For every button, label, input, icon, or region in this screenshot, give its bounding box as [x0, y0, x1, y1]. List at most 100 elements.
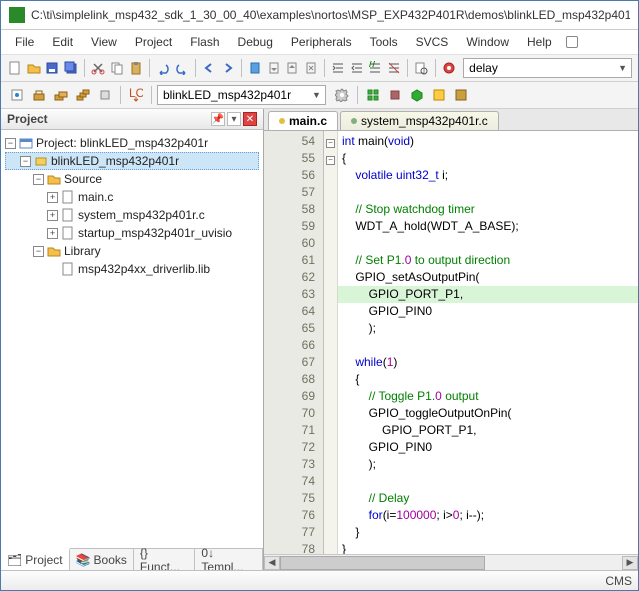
tree-file[interactable]: + main.c [5, 188, 259, 206]
open-icon[interactable] [26, 58, 43, 78]
menu-file[interactable]: File [7, 32, 42, 52]
save-all-icon[interactable] [63, 58, 80, 78]
menu-flash[interactable]: Flash [182, 32, 227, 52]
target-name-input[interactable] [160, 88, 310, 102]
file-status-icon [279, 118, 285, 124]
expander-icon[interactable]: − [5, 138, 16, 149]
paste-icon[interactable] [127, 58, 144, 78]
code-content[interactable]: int main(void){ volatile uint32_t i; // … [338, 131, 638, 554]
pack-installer-icon[interactable] [407, 85, 427, 105]
panel-tab-books[interactable]: 📚Books [70, 549, 134, 570]
batch-build-icon[interactable] [73, 85, 93, 105]
cut-icon[interactable] [90, 58, 107, 78]
project-tree[interactable]: − Project: blinkLED_msp432p401r − blinkL… [1, 130, 263, 548]
panel-menu-icon[interactable]: ▾ [227, 112, 241, 126]
panel-tab-functions[interactable]: {} Funct... [134, 549, 196, 570]
panel-pin-icon[interactable]: 📌 [211, 112, 225, 126]
download-icon[interactable]: LOAD [126, 85, 146, 105]
expander-icon[interactable]: + [47, 210, 58, 221]
file-tab-main[interactable]: main.c [268, 111, 338, 130]
menu-help[interactable]: Help [519, 32, 560, 52]
find-in-files-icon[interactable] [413, 58, 430, 78]
outdent-icon[interactable] [349, 58, 366, 78]
menu-edit[interactable]: Edit [44, 32, 81, 52]
scroll-right-icon[interactable]: ▶ [622, 556, 638, 570]
menu-peripherals[interactable]: Peripherals [283, 32, 360, 52]
scroll-track[interactable] [280, 556, 622, 570]
menu-debug[interactable]: Debug [230, 32, 281, 52]
tab-label: Project [25, 553, 62, 567]
scroll-thumb[interactable] [280, 556, 485, 570]
save-icon[interactable] [44, 58, 61, 78]
menu-project[interactable]: Project [127, 32, 180, 52]
project-panel-header: Project 📌 ▾ ✕ [1, 109, 263, 130]
uncomment-icon[interactable] [386, 58, 403, 78]
panel-close-icon[interactable]: ✕ [243, 112, 257, 126]
tree-target[interactable]: − blinkLED_msp432p401r [5, 152, 259, 170]
copy-icon[interactable] [109, 58, 126, 78]
tree-group-library[interactable]: − Library [5, 242, 259, 260]
new-file-icon[interactable] [7, 58, 24, 78]
target-icon [34, 154, 48, 168]
nav-back-icon[interactable] [201, 58, 218, 78]
scroll-left-icon[interactable]: ◀ [264, 556, 280, 570]
tree-label: system_msp432p401r.c [78, 208, 205, 222]
redo-icon[interactable] [173, 58, 190, 78]
rebuild-icon[interactable] [51, 85, 71, 105]
line-number-gutter: 5455565758596061626364656667686970717273… [264, 131, 324, 554]
tree-file[interactable]: + system_msp432p401r.c [5, 206, 259, 224]
find-dropdown[interactable]: ▼ [463, 58, 632, 78]
tree-group-source[interactable]: − Source [5, 170, 259, 188]
expander-icon[interactable]: − [33, 246, 44, 257]
tab-label: 0↓ Templ... [201, 546, 256, 571]
chevron-down-icon[interactable]: ▼ [616, 63, 629, 73]
stop-build-icon[interactable] [95, 85, 115, 105]
horizontal-scrollbar[interactable]: ◀ ▶ [264, 554, 638, 570]
find-input[interactable] [466, 61, 616, 75]
menu-tools[interactable]: Tools [362, 32, 406, 52]
menu-view[interactable]: View [83, 32, 125, 52]
comment-icon[interactable]: // [367, 58, 384, 78]
expander-icon[interactable]: − [33, 174, 44, 185]
code-editor[interactable]: 5455565758596061626364656667686970717273… [264, 131, 638, 554]
indent-icon[interactable] [330, 58, 347, 78]
editor-area: main.c system_msp432p401r.c 545556575859… [264, 109, 638, 570]
expander-icon[interactable]: + [47, 192, 58, 203]
toolbar-main: // ▼ [1, 55, 638, 82]
bookmark-prev-icon[interactable] [265, 58, 282, 78]
menu-window[interactable]: Window [458, 32, 517, 52]
tree-project-root[interactable]: − Project: blinkLED_msp432p401r [5, 134, 259, 152]
bookmark-clear-icon[interactable] [303, 58, 320, 78]
books-window-icon[interactable] [429, 85, 449, 105]
project-panel-title: Project [7, 112, 48, 126]
project-icon [19, 136, 33, 150]
select-packs-icon[interactable] [385, 85, 405, 105]
expander-icon[interactable]: − [20, 156, 31, 167]
target-dropdown[interactable]: ▼ [157, 85, 326, 105]
tab-label: {} Funct... [140, 546, 189, 571]
debug-session-icon[interactable] [441, 58, 458, 78]
file-tab-label: system_msp432p401r.c [361, 114, 488, 128]
nav-forward-icon[interactable] [219, 58, 236, 78]
undo-icon[interactable] [155, 58, 172, 78]
build-icon[interactable] [29, 85, 49, 105]
target-options-icon[interactable] [332, 85, 352, 105]
tree-file[interactable]: + startup_msp432p401r_uvisio [5, 224, 259, 242]
panel-tab-project[interactable]: 🗂Project [1, 548, 70, 570]
translate-icon[interactable] [7, 85, 27, 105]
fold-column[interactable]: −− [324, 131, 338, 554]
file-tab-system[interactable]: system_msp432p401r.c [340, 111, 499, 130]
expander-icon[interactable]: + [47, 228, 58, 239]
panel-tab-templates[interactable]: 0↓ Templ... [195, 549, 263, 570]
tree-label: msp432p4xx_driverlib.lib [78, 262, 210, 276]
manage-rte-icon[interactable] [363, 85, 383, 105]
c-file-icon [61, 190, 75, 204]
bookmark-next-icon[interactable] [284, 58, 301, 78]
chevron-down-icon[interactable]: ▼ [310, 90, 323, 100]
menu-svcs[interactable]: SVCS [408, 32, 457, 52]
help-indicator-icon[interactable] [566, 36, 578, 48]
functions-window-icon[interactable] [451, 85, 471, 105]
lib-file-icon [61, 262, 75, 276]
tree-file[interactable]: msp432p4xx_driverlib.lib [5, 260, 259, 278]
bookmark-toggle-icon[interactable] [247, 58, 264, 78]
